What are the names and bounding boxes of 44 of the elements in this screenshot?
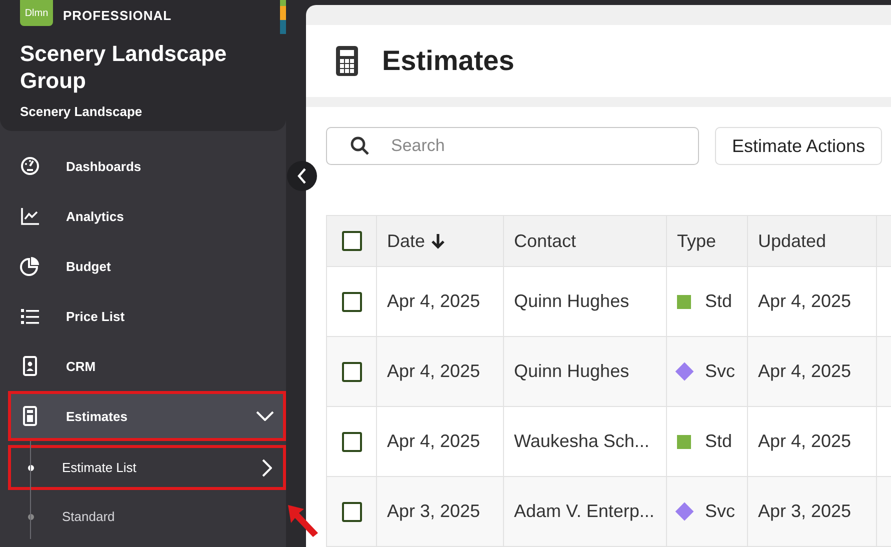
company-name: Scenery Landscape Group [20,40,228,94]
sidebar-subitem[interactable]: Standard [8,494,286,539]
row-checkbox[interactable] [342,362,362,382]
date-cell: Apr 4, 2025 [387,431,480,451]
sidebar-item[interactable]: Estimates [8,391,286,441]
plan-label: PROFESSIONAL [63,8,172,22]
column-header[interactable]: Date [387,230,426,252]
chevron-left-icon [297,168,307,184]
color-strip [280,0,286,34]
contact-cell: Quinn Hughes [514,361,630,381]
contact-cell: Adam V. Enterp... [514,501,654,521]
estimate-actions-button[interactable]: Estimate Actions [715,127,882,165]
row-checkbox[interactable] [342,432,362,452]
type-label: Svc [705,501,736,522]
type-label: Std [705,431,732,452]
row-checkbox[interactable] [342,502,362,522]
select-all-checkbox[interactable] [342,231,362,251]
updated-cell: Apr 4, 2025 [758,291,852,311]
sidebar-item[interactable]: Analytics [8,191,286,241]
sidebar-item[interactable]: Price List [8,291,286,341]
calculator-icon [336,46,358,76]
annotation-arrow [286,503,320,539]
page-title: Estimates [382,45,514,77]
division-name: Scenery Landscape [20,104,144,119]
search-icon [350,136,370,156]
sidebar-item[interactable]: Budget [8,241,286,291]
sidebar-item[interactable]: CRM [8,341,286,391]
chevron-icon [262,458,272,476]
date-cell: Apr 4, 2025 [387,291,480,311]
date-cell: Apr 4, 2025 [387,361,480,381]
column-header[interactable]: Contact [514,230,576,252]
contact-cell: Quinn Hughes [514,291,630,311]
logo: Dlmn [20,0,53,26]
type-label: Std [705,291,732,312]
updated-cell: Apr 4, 2025 [758,431,852,451]
updated-cell: Apr 3, 2025 [758,501,852,521]
row-checkbox[interactable] [342,292,362,312]
sidebar-subitem[interactable]: Estimate List [8,445,286,490]
date-cell: Apr 3, 2025 [387,501,480,521]
search-field[interactable]: Search [326,127,699,165]
type-label: Svc [705,361,736,382]
sidebar-item[interactable]: Dashboards [8,141,286,191]
updated-cell: Apr 4, 2025 [758,361,852,381]
contact-cell: Waukesha Sch... [514,431,650,451]
